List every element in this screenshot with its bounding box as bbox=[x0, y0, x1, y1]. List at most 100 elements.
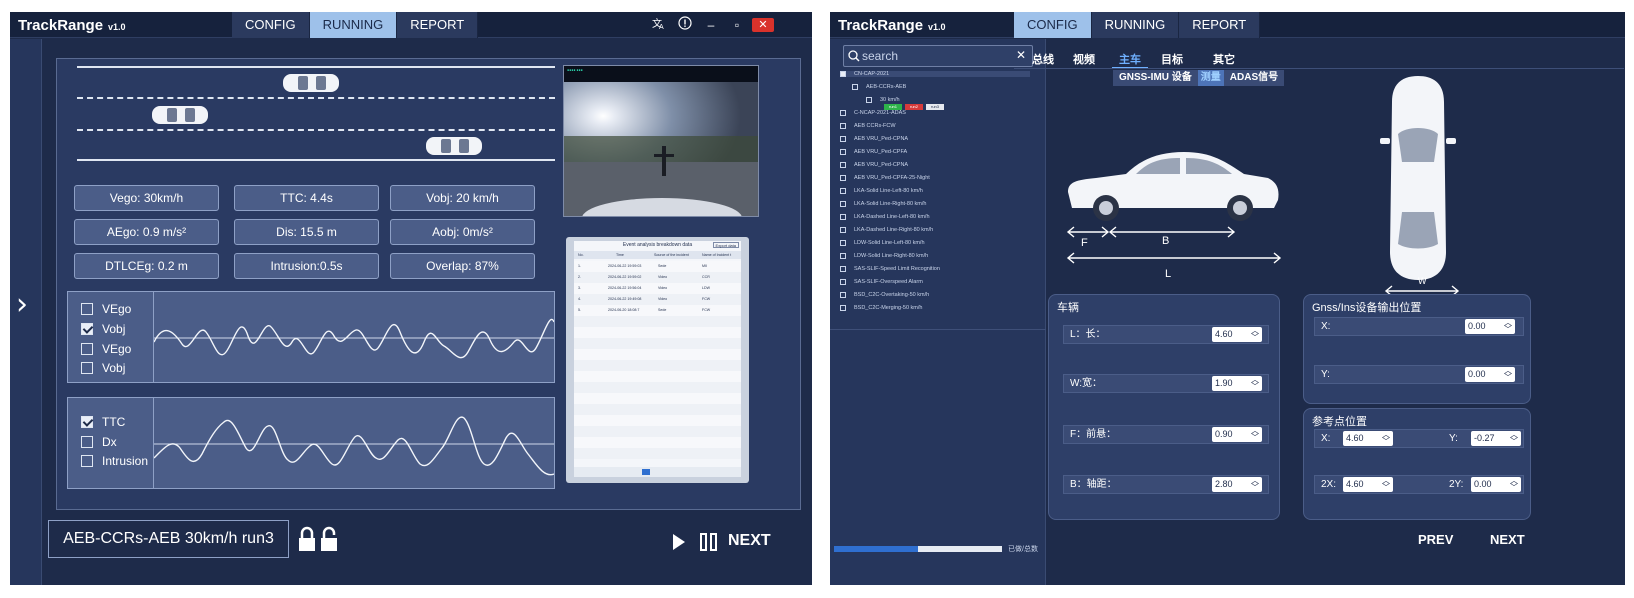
info-icon[interactable] bbox=[676, 16, 694, 34]
checkbox[interactable] bbox=[840, 175, 846, 181]
checkbox[interactable] bbox=[840, 240, 846, 246]
export-data-button[interactable]: Export data bbox=[712, 242, 739, 248]
table-row[interactable] bbox=[574, 338, 741, 349]
tree-item[interactable]: AEB VRU_Ped-CPFA-25-Night bbox=[840, 175, 930, 181]
front-overhang-stepper[interactable]: 0.90 ︿ ﹀ bbox=[1212, 427, 1262, 442]
tree-item[interactable]: AEB VRU_Ped-CPNA bbox=[840, 162, 908, 168]
tab-report[interactable]: REPORT bbox=[1179, 12, 1261, 38]
stepper-arrows-icon[interactable]: ︿ ﹀ bbox=[1250, 477, 1260, 492]
table-row[interactable] bbox=[574, 426, 741, 437]
pause-icon[interactable] bbox=[700, 533, 718, 551]
tree-item[interactable]: SAS-SLIF-Overspeed Alarm bbox=[840, 279, 923, 285]
maximize-icon[interactable]: ▫ bbox=[728, 16, 746, 34]
legend-item-dx[interactable]: Dx bbox=[81, 435, 117, 449]
tab-running[interactable]: RUNNING bbox=[309, 12, 398, 38]
table-row[interactable] bbox=[574, 448, 741, 459]
search-input[interactable]: search bbox=[862, 49, 898, 63]
tree-item[interactable]: CN-CAP-2021 bbox=[840, 71, 1030, 77]
checkbox[interactable] bbox=[840, 227, 846, 233]
tab-measure[interactable]: 测量 bbox=[1197, 70, 1224, 86]
ref-2x-stepper[interactable]: 4.60 ︿ ﹀ bbox=[1343, 477, 1393, 492]
ref-2y-stepper[interactable]: 0.00 ︿ ﹀ bbox=[1471, 477, 1521, 492]
tree-item[interactable]: BSD_C2C-Merging-50 km/h bbox=[840, 305, 922, 311]
tree-item[interactable]: SAS-SLIF-Speed Limit Recognition bbox=[840, 266, 940, 272]
checkbox[interactable] bbox=[866, 97, 872, 103]
table-row[interactable] bbox=[574, 360, 741, 371]
clear-search-icon[interactable]: ✕ bbox=[1016, 48, 1026, 62]
table-row[interactable]: 3. 2024-06-22 19:56:04 Video LDW bbox=[574, 283, 741, 294]
stepper-arrows-icon[interactable]: ︿ ﹀ bbox=[1381, 431, 1391, 446]
table-row[interactable] bbox=[574, 382, 741, 393]
subtab-video[interactable]: 视频 bbox=[1067, 52, 1101, 68]
legend-item-ttc[interactable]: TTC bbox=[81, 415, 125, 429]
run-tag-3[interactable]: run3 bbox=[926, 104, 944, 110]
table-row[interactable] bbox=[574, 393, 741, 404]
tree-item[interactable]: AEB-CCRs-AEB bbox=[852, 84, 906, 90]
next-button[interactable]: NEXT bbox=[728, 532, 771, 550]
checkbox[interactable] bbox=[840, 136, 846, 142]
checkbox[interactable] bbox=[81, 416, 93, 428]
table-row[interactable]: 5. 2024-06-20 18:08:7 Sede FCW bbox=[574, 305, 741, 316]
checkbox[interactable] bbox=[840, 214, 846, 220]
next-button[interactable]: NEXT bbox=[1490, 532, 1525, 547]
tree-item[interactable]: 30 km/h bbox=[866, 97, 900, 103]
prev-button[interactable]: PREV bbox=[1418, 532, 1453, 547]
checkbox[interactable] bbox=[81, 436, 93, 448]
tree-item[interactable]: LKA-Solid Line-Right-80 km/h bbox=[840, 201, 926, 207]
checkbox[interactable] bbox=[840, 279, 846, 285]
tree-item[interactable]: AEB VRU_Ped-CPFA bbox=[840, 149, 907, 155]
checkbox[interactable] bbox=[840, 305, 846, 311]
checkbox[interactable] bbox=[81, 362, 93, 374]
checkbox[interactable] bbox=[840, 292, 846, 298]
play-icon[interactable] bbox=[672, 533, 686, 551]
subtab-ego-vehicle[interactable]: 主车 bbox=[1112, 52, 1148, 68]
tree-item[interactable]: LKA-Dashed Line-Right-80 km/h bbox=[840, 227, 933, 233]
chevron-right-icon[interactable]: › bbox=[16, 287, 28, 322]
checkbox[interactable] bbox=[840, 123, 846, 129]
table-row[interactable] bbox=[574, 371, 741, 382]
checkbox[interactable] bbox=[840, 71, 846, 77]
tree-item[interactable]: C-NCAP-2021-ADAS bbox=[840, 110, 906, 116]
gnss-x-stepper[interactable]: 0.00 ︿ ﹀ bbox=[1465, 319, 1515, 334]
stepper-arrows-icon[interactable]: ︿ ﹀ bbox=[1250, 427, 1260, 442]
table-row[interactable] bbox=[574, 349, 741, 360]
legend-item-vobj-2[interactable]: Vobj bbox=[81, 361, 125, 375]
stepper-arrows-icon[interactable]: ︿ ﹀ bbox=[1503, 367, 1513, 382]
legend-item-vobj[interactable]: Vobj bbox=[81, 322, 125, 336]
tab-config[interactable]: CONFIG bbox=[232, 12, 310, 38]
stepper-arrows-icon[interactable]: ︿ ﹀ bbox=[1509, 477, 1519, 492]
subtab-target[interactable]: 目标 bbox=[1154, 52, 1190, 68]
checkbox[interactable] bbox=[81, 343, 93, 355]
checkbox[interactable] bbox=[840, 266, 846, 272]
checkbox[interactable] bbox=[840, 201, 846, 207]
tree-item[interactable]: LDW-Solid Line-Left-80 km/h bbox=[840, 240, 925, 246]
legend-item-vego[interactable]: VEgo bbox=[81, 302, 131, 316]
checkbox[interactable] bbox=[840, 188, 846, 194]
table-row[interactable]: 1. 2024-06-22 19:59:03 Sede MII bbox=[574, 261, 741, 272]
wheelbase-stepper[interactable]: 2.80 ︿ ﹀ bbox=[1212, 477, 1262, 492]
stepper-arrows-icon[interactable]: ︿ ﹀ bbox=[1250, 376, 1260, 391]
subtab-bus[interactable]: 总线 bbox=[1026, 52, 1060, 68]
checkbox[interactable] bbox=[852, 84, 858, 90]
table-row[interactable] bbox=[574, 404, 741, 415]
run-tag-1[interactable]: run1 bbox=[884, 104, 902, 110]
table-row[interactable] bbox=[574, 316, 741, 327]
checkbox[interactable] bbox=[840, 149, 846, 155]
tab-report[interactable]: REPORT bbox=[397, 12, 479, 38]
tree-item[interactable]: LKA-Solid Line-Left-80 km/h bbox=[840, 188, 923, 194]
table-row[interactable]: 4. 2024-06-22 19:49:08 Video FCW bbox=[574, 294, 741, 305]
length-stepper[interactable]: 4.60 ︿ ﹀ bbox=[1212, 327, 1262, 342]
minimize-icon[interactable]: – bbox=[702, 16, 720, 34]
tree-item[interactable]: BSD_C2C-Overtaking-50 km/h bbox=[840, 292, 929, 298]
checkbox[interactable] bbox=[840, 162, 846, 168]
lock-icons[interactable] bbox=[298, 526, 340, 552]
tree-item[interactable]: LKA-Dashed Line-Left-80 km/h bbox=[840, 214, 930, 220]
tab-running[interactable]: RUNNING bbox=[1091, 12, 1180, 38]
stepper-arrows-icon[interactable]: ︿ ﹀ bbox=[1381, 477, 1391, 492]
run-tag-2[interactable]: run2 bbox=[905, 104, 923, 110]
legend-item-vego-2[interactable]: VEgo bbox=[81, 342, 131, 356]
gnss-y-stepper[interactable]: 0.00 ︿ ﹀ bbox=[1465, 367, 1515, 382]
stepper-arrows-icon[interactable]: ︿ ﹀ bbox=[1250, 327, 1260, 342]
table-row[interactable]: 2. 2024-06-22 19:59:02 Video CCR bbox=[574, 272, 741, 283]
checkbox[interactable] bbox=[81, 455, 93, 467]
